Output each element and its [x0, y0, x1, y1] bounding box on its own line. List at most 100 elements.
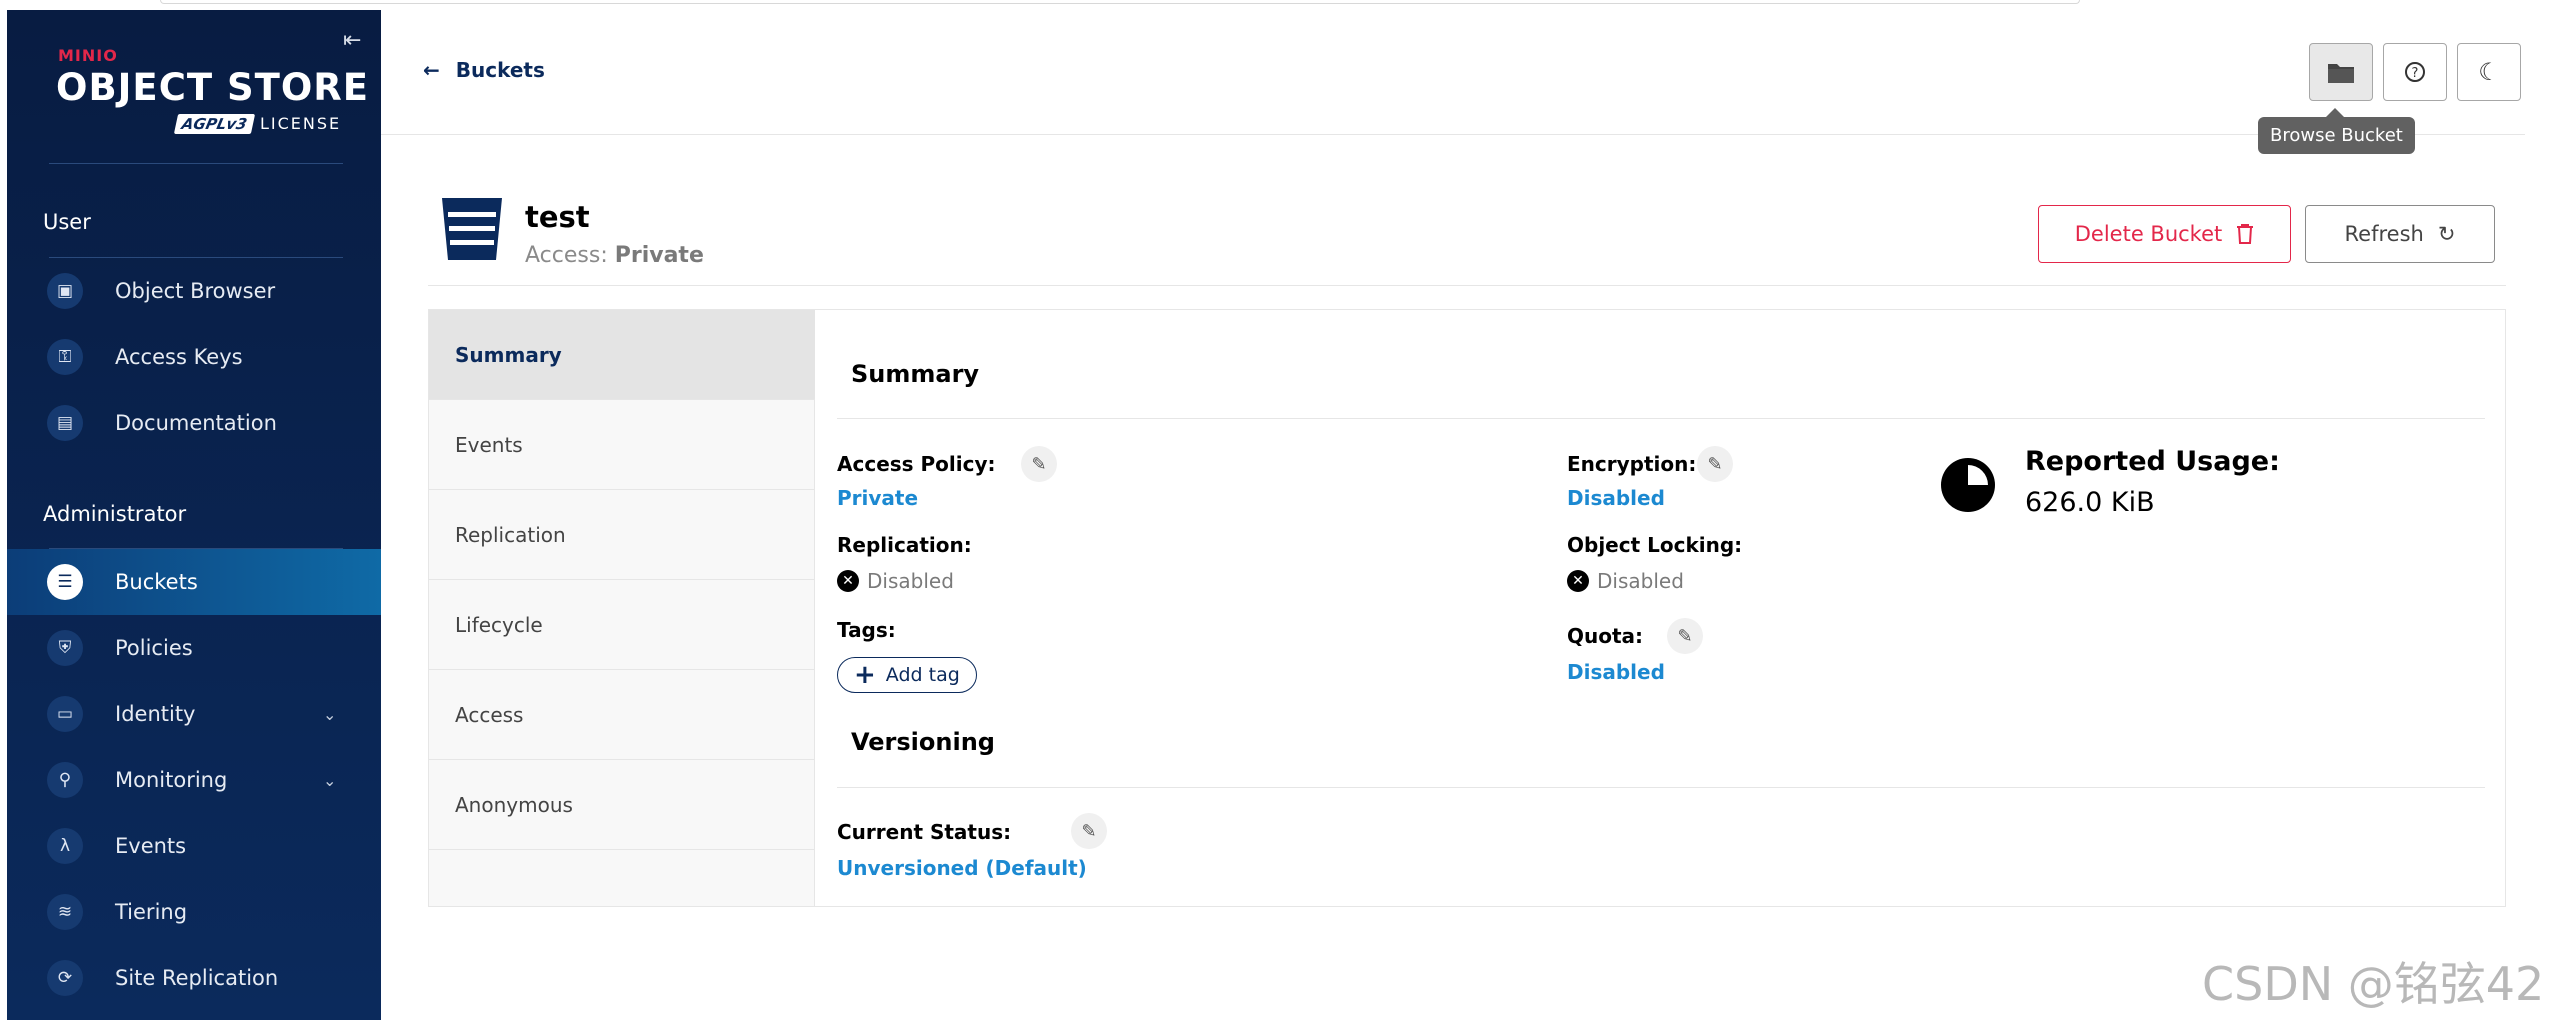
help-button[interactable]: ? [2383, 43, 2447, 101]
tab-summary[interactable]: Summary [429, 310, 815, 400]
chevron-down-icon[interactable]: ⌄ [323, 705, 336, 724]
sidebar-item-monitoring[interactable]: ⚲ Monitoring ⌄ [7, 747, 381, 813]
sidebar-item-label: Monitoring [115, 768, 228, 792]
replication-value: Disabled [867, 569, 954, 593]
refresh-button[interactable]: Refresh ↻ [2305, 205, 2495, 263]
pencil-icon: ✎ [1677, 625, 1693, 647]
object-browser-icon: ▣ [47, 273, 83, 309]
sidebar-item-documentation[interactable]: ▤ Documentation [7, 390, 381, 456]
moon-icon: ☾ [2478, 58, 2500, 86]
chevron-down-icon[interactable]: ⌄ [323, 771, 336, 790]
browser-top-strip [160, 0, 2080, 4]
sidebar-item-buckets[interactable]: ☰ Buckets [7, 549, 381, 615]
sidebar-item-label: Events [115, 834, 187, 858]
sidebar-item-label: Access Keys [115, 345, 243, 369]
pencil-icon: ✎ [1707, 453, 1723, 475]
quota-value[interactable]: Disabled [1567, 660, 1665, 684]
encryption-value[interactable]: Disabled [1567, 486, 1665, 510]
x-circle-icon: ✕ [837, 570, 859, 592]
sidebar-item-tiering[interactable]: ≋ Tiering [7, 879, 381, 945]
reported-usage-title: Reported Usage: [2025, 446, 2280, 477]
bucket-details-panel: Summary Events Replication Lifecycle Acc… [428, 309, 2506, 907]
sidebar-item-site-replication[interactable]: ⟳ Site Replication [7, 945, 381, 1011]
sidebar-item-label: Tiering [115, 900, 188, 924]
tab-events[interactable]: Events [429, 400, 815, 490]
sidebar-item-label: Site Replication [115, 966, 279, 990]
bucket-access-label: Access: [525, 243, 608, 268]
layers-icon: ≋ [47, 894, 83, 930]
top-bar: ← Buckets ? ☾ [381, 10, 2525, 135]
back-to-buckets-link[interactable]: ← Buckets [423, 58, 545, 82]
edit-quota-button[interactable]: ✎ [1667, 618, 1703, 654]
access-keys-icon: ⚿ [47, 339, 83, 375]
folder-icon [2328, 64, 2354, 83]
add-tag-button[interactable]: + Add tag [837, 657, 977, 693]
magnifier-icon: ⚲ [47, 762, 83, 798]
svg-text:?: ? [2412, 66, 2419, 81]
x-circle-icon: ✕ [1567, 570, 1589, 592]
help-icon: ? [2405, 62, 2425, 82]
replication-status: ✕ Disabled [837, 569, 954, 593]
sidebar-item-identity[interactable]: ▭ Identity ⌄ [7, 681, 381, 747]
tags-label: Tags: [837, 618, 896, 642]
bucket-icon: ☰ [47, 564, 83, 600]
delete-bucket-button[interactable]: Delete Bucket [2038, 205, 2291, 263]
sidebar-item-policies[interactable]: ⛨ Policies [7, 615, 381, 681]
arrow-left-icon: ← [423, 58, 440, 82]
sidebar-item-label: Object Browser [115, 279, 276, 303]
sidebar-item-access-keys[interactable]: ⚿ Access Keys [7, 324, 381, 390]
sidebar: MINIO OBJECT STORE AGPLv3 LICENSE ⇤ User… [7, 10, 381, 1020]
documentation-icon: ▤ [47, 405, 83, 441]
object-locking-status: ✕ Disabled [1567, 569, 1684, 593]
access-policy-value[interactable]: Private [837, 486, 918, 510]
delete-bucket-label: Delete Bucket [2074, 222, 2223, 246]
tab-anonymous[interactable]: Anonymous [429, 760, 815, 850]
tab-lifecycle[interactable]: Lifecycle [429, 580, 815, 670]
watermark: CSDN @铭弦42 [2202, 957, 2545, 1011]
versioning-status-label: Current Status: [837, 820, 1012, 844]
shield-icon: ⛨ [47, 630, 83, 666]
collapse-sidebar-icon[interactable]: ⇤ [343, 28, 361, 53]
plus-icon: + [854, 660, 876, 690]
brand-agpl: AGPLv3 [173, 114, 255, 134]
object-locking-label: Object Locking: [1567, 533, 1743, 557]
header-divider [428, 285, 2506, 286]
sidebar-item-events[interactable]: λ Events [7, 813, 381, 879]
edit-versioning-button[interactable]: ✎ [1071, 813, 1107, 849]
replication-label: Replication: [837, 533, 972, 557]
section-user: User [43, 210, 91, 234]
pie-chart-icon [1941, 458, 1995, 512]
tab-access[interactable]: Access [429, 670, 815, 760]
brand-object-store: OBJECT STORE [56, 66, 370, 109]
bucket-name: test [525, 200, 590, 234]
versioning-status-value[interactable]: Unversioned (Default) [837, 856, 1087, 880]
back-label: Buckets [455, 58, 545, 82]
summary-divider [837, 418, 2485, 419]
section-administrator: Administrator [43, 502, 187, 526]
sidebar-item-label: Identity [115, 702, 196, 726]
tab-list: Summary Events Replication Lifecycle Acc… [429, 310, 815, 906]
id-card-icon: ▭ [47, 696, 83, 732]
reported-usage-value: 626.0 KiB [2025, 487, 2155, 518]
browse-bucket-button[interactable] [2309, 43, 2373, 101]
brand-license: LICENSE [260, 114, 342, 133]
summary-title: Summary [851, 360, 980, 388]
tab-replication[interactable]: Replication [429, 490, 815, 580]
edit-encryption-button[interactable]: ✎ [1697, 446, 1733, 482]
access-policy-label: Access Policy: [837, 452, 996, 476]
edit-access-policy-button[interactable]: ✎ [1021, 446, 1057, 482]
dark-mode-button[interactable]: ☾ [2457, 43, 2521, 101]
brand-minio: MINIO [58, 46, 118, 65]
sidebar-item-label: Buckets [115, 570, 198, 594]
sidebar-item-object-browser[interactable]: ▣ Object Browser [7, 258, 381, 324]
versioning-divider [837, 787, 2485, 788]
encryption-label: Encryption: [1567, 452, 1697, 476]
pencil-icon: ✎ [1031, 453, 1047, 475]
lambda-icon: λ [47, 828, 83, 864]
bucket-header-icon [442, 198, 502, 260]
sidebar-item-label: Policies [115, 636, 193, 660]
pencil-icon: ✎ [1081, 820, 1097, 842]
add-tag-label: Add tag [885, 664, 960, 686]
quota-label: Quota: [1567, 624, 1644, 648]
browse-bucket-tooltip: Browse Bucket [2258, 108, 2415, 154]
